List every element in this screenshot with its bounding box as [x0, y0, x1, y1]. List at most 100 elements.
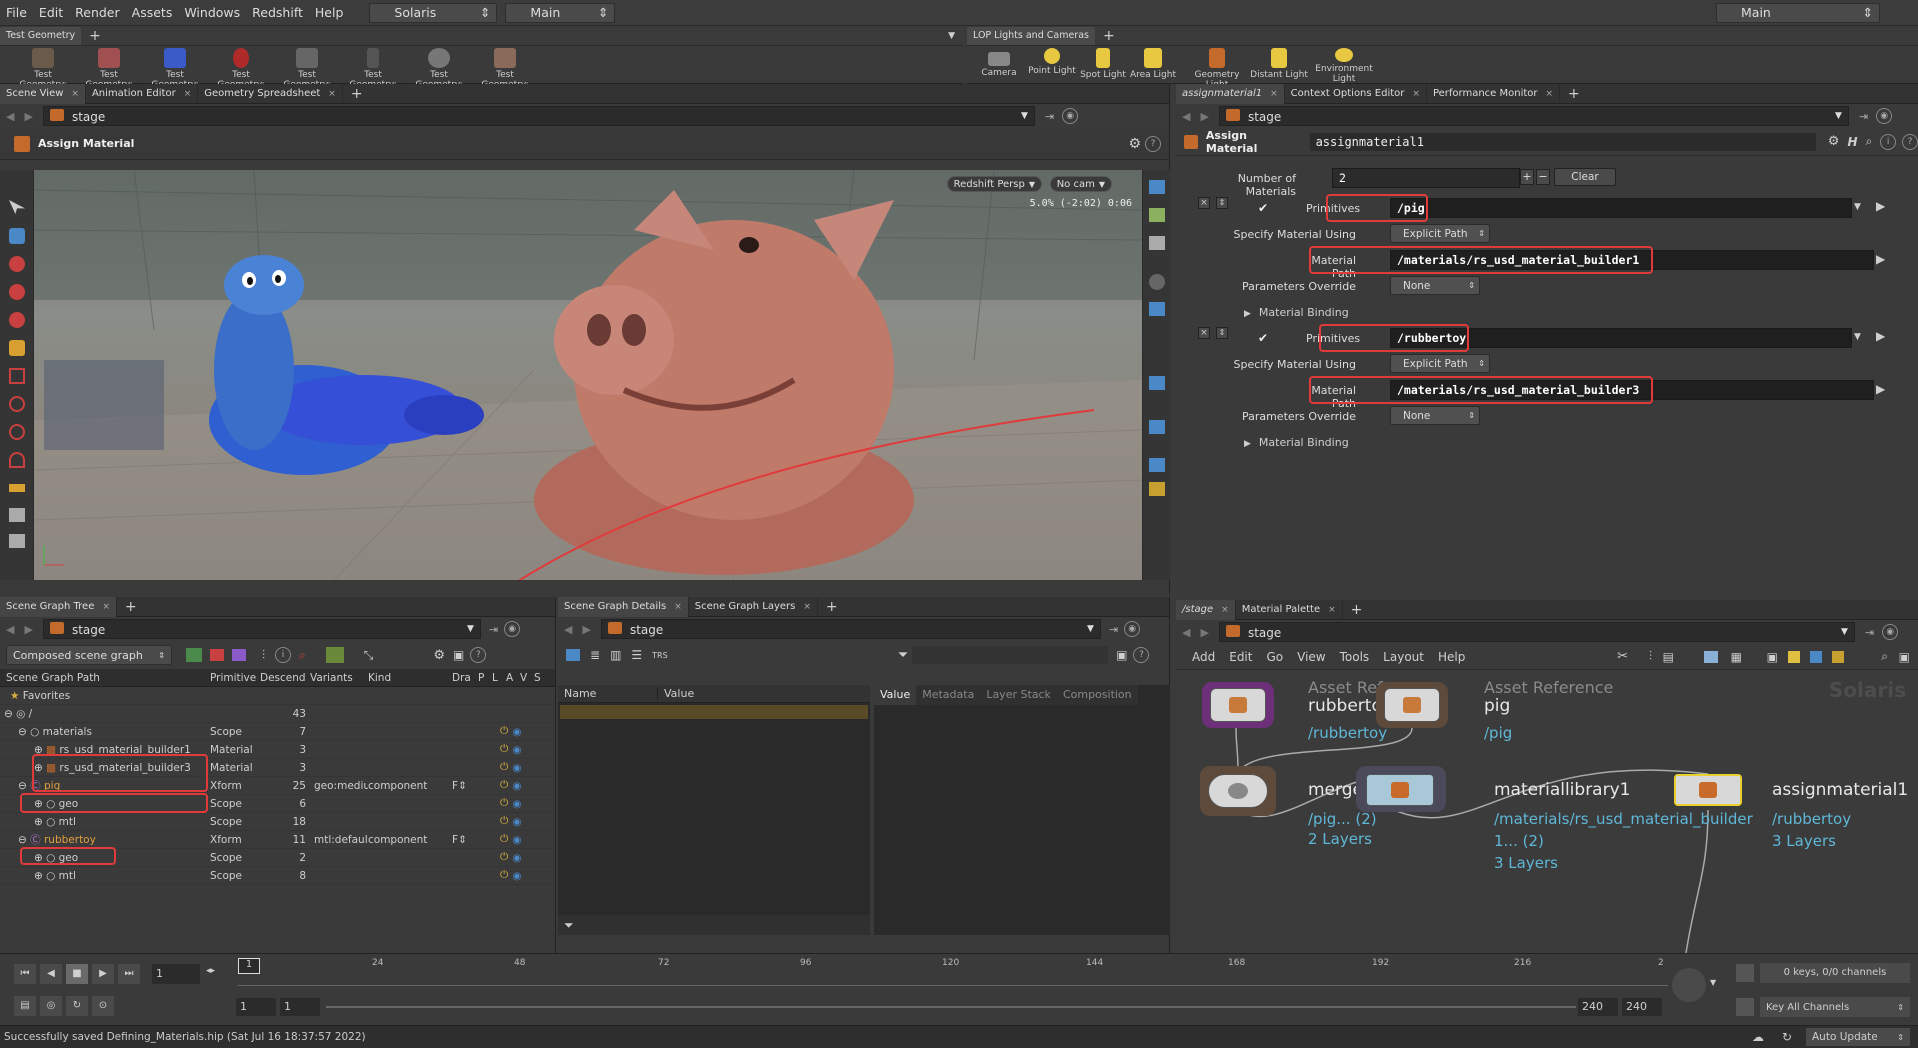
select-prims-arrow-icon[interactable]: ▶ [1876, 329, 1885, 343]
key-channels-icon[interactable] [1736, 998, 1754, 1016]
snapshot-icon[interactable] [1149, 376, 1165, 390]
sync-icon[interactable]: ⊙ [92, 996, 114, 1016]
camera-menu[interactable]: Redshift Persp ▼ [946, 176, 1042, 192]
go-start-icon[interactable]: ⏮ [14, 964, 36, 984]
pose-icon[interactable] [9, 534, 25, 548]
forward-arrow-icon[interactable]: ▶ [582, 623, 590, 636]
go-end-icon[interactable]: ⏭ [118, 964, 140, 984]
add-tab-icon[interactable]: + [351, 86, 363, 102]
sync-selection-icon[interactable] [325, 647, 344, 663]
close-icon[interactable]: × [803, 602, 811, 612]
filter-icon[interactable]: ⏷ [898, 648, 908, 663]
close-icon[interactable]: × [1412, 89, 1420, 99]
tab-scene-graph-details[interactable]: Scene Graph Details × [558, 596, 689, 617]
tab-geometry-spreadsheet[interactable]: Geometry Spreadsheet × [198, 83, 343, 104]
active-icon[interactable]: ⏻ [500, 851, 508, 864]
filter-options-icon[interactable]: ⫶ [262, 648, 265, 663]
forward-arrow-icon[interactable]: ▶ [24, 110, 32, 123]
table-row[interactable]: ⊕ ○ mtl Scope 18 ⏻ ◉ [0, 813, 555, 831]
playback-start-field[interactable]: 1 [280, 998, 320, 1016]
tool-camera[interactable]: Camera [969, 48, 1029, 78]
lock-icon[interactable] [9, 228, 25, 244]
camera-icon[interactable]: ▣ [1899, 650, 1910, 664]
close-icon[interactable]: × [184, 89, 192, 99]
add-tab-icon[interactable]: + [1351, 602, 1363, 618]
play-icon[interactable]: ▶ [92, 964, 114, 984]
tab-scene-graph-tree[interactable]: Scene Graph Tree × [0, 596, 117, 617]
camera-tool-icon[interactable] [9, 396, 25, 412]
subtab-value[interactable]: Value [874, 685, 917, 705]
close-icon[interactable]: × [674, 602, 682, 612]
houdini-help-icon[interactable]: H [1847, 135, 1857, 149]
remove-entry-icon[interactable]: × [1198, 197, 1210, 209]
menu-file[interactable]: File [0, 5, 33, 20]
tab-stage[interactable]: /stage × [1176, 599, 1236, 620]
tab-context-options-editor[interactable]: Context Options Editor × [1285, 83, 1427, 104]
info-icon[interactable]: i [1880, 133, 1897, 150]
col-activate[interactable]: A [506, 672, 520, 684]
visible-icon[interactable]: ◉ [512, 834, 521, 846]
node-materiallibrary1[interactable] [1366, 774, 1434, 806]
node-merge1[interactable] [1208, 774, 1268, 808]
select-arrow-icon[interactable] [9, 200, 25, 214]
add-tab-icon[interactable]: + [125, 599, 137, 615]
render-icon[interactable] [1149, 482, 1165, 496]
help-icon[interactable]: ? [1133, 647, 1150, 663]
visible-icon[interactable]: ◉ [512, 726, 521, 738]
link-icon[interactable]: ◉ [1124, 621, 1141, 637]
light-tool-icon[interactable] [9, 368, 25, 384]
scale-icon[interactable] [9, 312, 25, 328]
close-icon[interactable]: × [1221, 605, 1229, 615]
filter-icon[interactable]: ⏷ [564, 918, 574, 933]
reorder-entry-icon[interactable]: ⇕ [1216, 197, 1228, 209]
tool-environment-light[interactable]: Environment Light [1313, 48, 1375, 84]
scene-graph-path-field[interactable]: stage ▼ [42, 619, 481, 639]
columns-icon[interactable]: ▥ [610, 648, 621, 662]
active-icon[interactable]: ⏻ [500, 833, 508, 846]
parameters-override-menu[interactable]: None ⇕ [1390, 276, 1480, 295]
tab-animation-editor[interactable]: Animation Editor × [86, 83, 199, 104]
pin-icon[interactable]: ⇥ [1045, 110, 1054, 123]
rows-icon[interactable]: ☰ [631, 648, 642, 662]
choose-material-arrow-icon[interactable]: ▶ [1876, 382, 1885, 396]
active-icon[interactable]: ⏻ [500, 815, 508, 828]
subtab-metadata[interactable]: Metadata [916, 685, 981, 705]
active-icon[interactable]: ⏻ [500, 743, 508, 756]
tab-material-palette[interactable]: Material Palette × [1236, 599, 1343, 620]
delete-prim-icon[interactable] [210, 649, 224, 661]
menu-help[interactable]: Help [309, 5, 350, 20]
tool-area-light[interactable]: Area Light [1123, 48, 1183, 80]
subtab-composition[interactable]: Composition [1056, 685, 1138, 705]
search-icon[interactable]: ⌕ [299, 648, 306, 663]
refresh-icon[interactable]: ↻ [1782, 1030, 1792, 1044]
grid-icon[interactable] [1704, 650, 1718, 663]
choose-material-arrow-icon[interactable]: ▶ [1876, 252, 1885, 266]
help-icon[interactable]: ? [1902, 133, 1918, 150]
pin-icon[interactable]: ⇥ [1859, 110, 1868, 123]
col-payload[interactable]: P [478, 672, 492, 684]
close-icon[interactable]: × [328, 89, 336, 99]
visible-icon[interactable]: ◉ [512, 780, 521, 792]
pin-icon[interactable]: ⇥ [1865, 626, 1874, 639]
pause-icon[interactable] [1149, 420, 1165, 434]
orbit-icon[interactable] [9, 424, 25, 440]
camera-icon[interactable]: ▣ [1116, 648, 1127, 662]
link-icon[interactable]: ◉ [1882, 624, 1899, 640]
right-desktop-dropdown[interactable]: Main ⇕ [1716, 2, 1880, 23]
trs-icon[interactable]: TRS [652, 651, 668, 660]
node-pig[interactable] [1384, 688, 1440, 722]
current-frame-marker[interactable]: 1 [238, 958, 260, 974]
reorder-entry-icon[interactable]: ⇕ [1216, 327, 1228, 339]
menu-render[interactable]: Render [69, 5, 126, 20]
col-variants[interactable]: Variants [310, 672, 368, 684]
info-icon[interactable]: i [275, 647, 292, 663]
node-assignmaterial1[interactable] [1674, 774, 1742, 806]
remove-material-button[interactable]: − [1536, 169, 1550, 185]
tree-view-icon[interactable] [566, 649, 580, 661]
back-arrow-icon[interactable]: ◀ [6, 623, 14, 636]
col-draw[interactable]: Dra [452, 672, 478, 684]
context-dropdown[interactable]: Main ⇕ [505, 2, 616, 23]
table-row[interactable]: ⊕ ○ mtl Scope 8 ⏻ ◉ [0, 867, 555, 885]
menu-tools[interactable]: Tools [1340, 650, 1370, 664]
tab-assignmaterial1[interactable]: assignmaterial1 × [1176, 83, 1285, 104]
